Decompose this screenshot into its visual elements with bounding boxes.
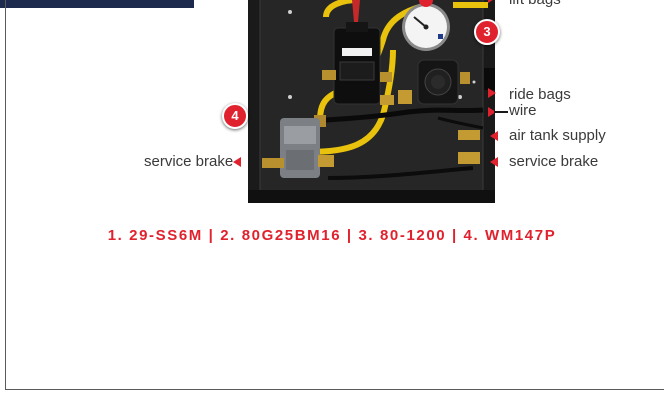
ride-bags-label: ride bags	[509, 86, 571, 103]
lift-bags-label: lift bags	[509, 0, 561, 8]
service-brake-right-label: service brake	[509, 153, 599, 170]
lift-bags-arrow	[488, 0, 496, 3]
part-numbers-caption: 1. 29-SS6M | 2. 80G25BM16 | 3. 80-1200 |…	[107, 227, 557, 244]
service-brake-left-arrow	[233, 157, 241, 167]
frame-border-left	[5, 0, 6, 390]
frame-border-bottom	[5, 389, 664, 390]
panel-illustration	[248, 0, 495, 203]
service-brake-left-label: service brake	[144, 153, 234, 170]
air-tank-supply-arrow	[490, 131, 498, 141]
callout-badge-4: 4	[222, 103, 248, 129]
wire-line	[494, 111, 508, 113]
service-brake-right-arrow	[490, 157, 498, 167]
air-tank-supply-label: air tank supply	[509, 127, 606, 144]
header-bar	[0, 0, 194, 8]
callout-badge-3: 3	[474, 19, 500, 45]
wire-label: wire	[509, 102, 537, 119]
ride-bags-arrow	[488, 88, 496, 98]
air-control-panel-photo	[248, 0, 495, 203]
